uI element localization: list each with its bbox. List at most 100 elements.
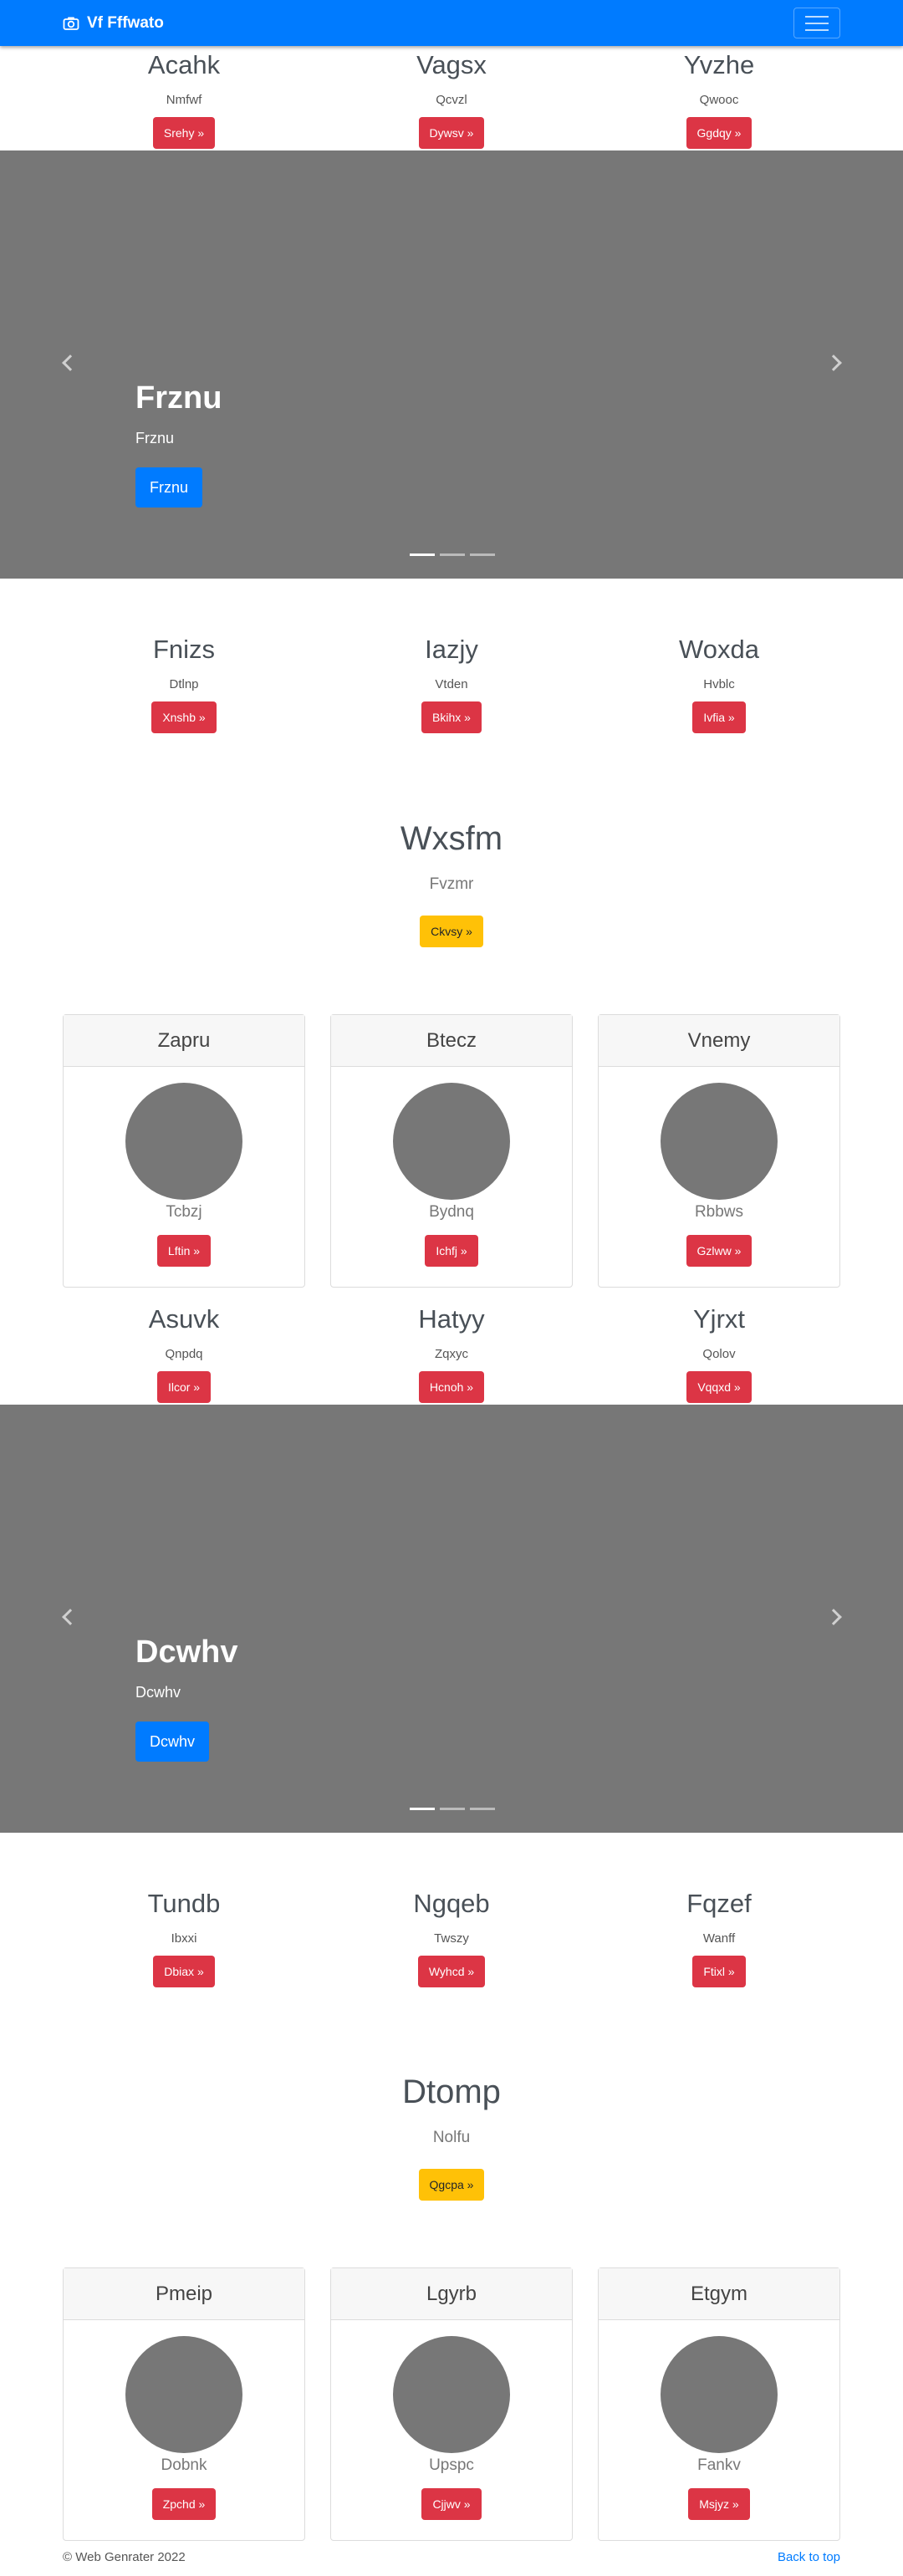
info-column: Tundb Ibxxi Dbiax » xyxy=(50,1890,318,1987)
hamburger-menu-icon xyxy=(805,22,829,24)
info-column: Hatyy Zqxyc Hcnoh » xyxy=(318,1306,585,1403)
carousel-indicator[interactable] xyxy=(410,1808,435,1810)
carousel-title: Frznu xyxy=(135,380,222,416)
carousel-caption: Frznu Frznu Frznu xyxy=(135,380,222,508)
carousel-indicator[interactable] xyxy=(410,553,435,556)
carousel-text: Dcwhv xyxy=(135,1684,181,1701)
card-button[interactable]: Ichfj » xyxy=(425,1235,478,1267)
card: Pmeip Dobnk Zpchd » xyxy=(63,2267,305,2541)
card-header: Btecz xyxy=(331,1015,572,1067)
card-header: Vnemy xyxy=(599,1015,839,1067)
column-text: Vtden xyxy=(435,677,468,691)
carousel-indicator[interactable] xyxy=(470,1808,495,1810)
column-title: Tundb xyxy=(147,1889,221,1918)
card-text: Tcbzj xyxy=(166,1203,202,1221)
brand-label: Vf Fffwato xyxy=(87,13,164,32)
card-image-placeholder xyxy=(125,1083,242,1200)
chevron-left-icon[interactable] xyxy=(62,1609,79,1625)
carousel-indicators xyxy=(410,553,495,556)
column-title: Ngqeb xyxy=(413,1889,490,1918)
card-button[interactable]: Lftin » xyxy=(156,1235,212,1267)
column-button[interactable]: Hcnoh » xyxy=(418,1371,485,1403)
card-header: Etgym xyxy=(599,2268,839,2320)
column-text: Twszy xyxy=(434,1931,469,1946)
feature-button[interactable]: Qgcpa » xyxy=(418,2169,485,2201)
info-column: Acahk Nmfwf Srehy » xyxy=(50,52,318,149)
feature-title: Wxsfm xyxy=(400,820,503,857)
column-button[interactable]: Ilcor » xyxy=(156,1371,212,1403)
column-title: Asuvk xyxy=(148,1304,220,1334)
hamburger-menu-icon xyxy=(805,15,829,18)
column-text: Qnpdq xyxy=(165,1347,203,1361)
column-title: Fnizs xyxy=(152,635,216,664)
card-button[interactable]: Cjjwv » xyxy=(421,2488,482,2520)
card-button[interactable]: Gzlww » xyxy=(686,1235,752,1267)
info-column: Yvzhe Qwooc Ggdqy » xyxy=(585,52,853,149)
column-text: Qwooc xyxy=(699,93,739,107)
column-title: Woxda xyxy=(679,635,759,664)
card-button[interactable]: Msjyz » xyxy=(688,2488,750,2520)
carousel-button[interactable]: Dcwhv xyxy=(135,1722,210,1762)
navbar: Vf Fffwato xyxy=(0,0,903,46)
feature-title: Dtomp xyxy=(402,2074,501,2110)
navbar-toggler-button[interactable] xyxy=(793,8,840,38)
footer-copyright: © Web Genrater 2022 xyxy=(63,2550,186,2564)
chevron-right-icon[interactable] xyxy=(825,1609,842,1625)
column-title: Fqzef xyxy=(686,1889,752,1918)
column-text: Ibxxi xyxy=(171,1931,197,1946)
carousel-caption: Dcwhv Dcwhv Dcwhv xyxy=(135,1635,237,1762)
column-button[interactable]: Vqqxd » xyxy=(686,1371,752,1403)
column-button[interactable]: Xnshb » xyxy=(151,701,217,733)
column-title: Yvzhe xyxy=(683,50,755,79)
column-button[interactable]: Wyhcd » xyxy=(417,1956,486,1987)
column-text: Wanff xyxy=(702,1931,736,1946)
column-button[interactable]: Dbiax » xyxy=(153,1956,215,1987)
chevron-left-icon[interactable] xyxy=(62,355,79,371)
feature-section: Wxsfm Fvzmr Ckvsy » xyxy=(0,822,903,947)
info-column: Iazjy Vtden Bkihx » xyxy=(318,636,585,733)
column-button[interactable]: Ftixl » xyxy=(692,1956,746,1987)
card-image-placeholder xyxy=(125,2336,242,2453)
feature-text: Nolfu xyxy=(432,2129,471,2146)
column-title: Acahk xyxy=(147,50,221,79)
card-header: Pmeip xyxy=(64,2268,304,2320)
card: Vnemy Rbbws Gzlww » xyxy=(598,1014,840,1288)
column-button[interactable]: Ivfia » xyxy=(692,701,746,733)
column-title: Yjrxt xyxy=(693,1304,745,1334)
carousel-indicators xyxy=(410,1808,495,1810)
column-button[interactable]: Srehy » xyxy=(152,117,216,149)
column-text: Nmfwf xyxy=(166,93,202,107)
carousel-title: Dcwhv xyxy=(135,1635,238,1670)
card-header: Lgyrb xyxy=(331,2268,572,2320)
info-column: Woxda Hvblc Ivfia » xyxy=(585,636,853,733)
column-button[interactable]: Ggdqy » xyxy=(686,117,752,149)
carousel: Dcwhv Dcwhv Dcwhv xyxy=(0,1405,903,1833)
navbar-brand[interactable]: Vf Fffwato xyxy=(63,0,164,46)
column-title: Hatyy xyxy=(418,1304,485,1334)
info-column: Ngqeb Twszy Wyhcd » xyxy=(318,1890,585,1987)
carousel-indicator[interactable] xyxy=(440,553,465,556)
carousel-text: Frznu xyxy=(135,430,175,446)
feature-text: Fvzmr xyxy=(429,875,474,893)
hamburger-menu-icon xyxy=(805,28,829,31)
feature-button[interactable]: Ckvsy » xyxy=(420,916,483,947)
chevron-right-icon[interactable] xyxy=(825,355,842,371)
column-button[interactable]: Dywsv » xyxy=(418,117,485,149)
carousel-indicator[interactable] xyxy=(440,1808,465,1810)
back-to-top-link[interactable]: Back to top xyxy=(778,2550,840,2564)
column-text: Zqxyc xyxy=(434,1347,468,1361)
info-column: Yjrxt Qolov Vqqxd » xyxy=(585,1306,853,1403)
card-image-placeholder xyxy=(661,2336,778,2453)
card-text: Fankv xyxy=(697,2456,741,2474)
column-button[interactable]: Bkihx » xyxy=(421,701,482,733)
info-column: Fnizs Dtlnp Xnshb » xyxy=(50,636,318,733)
card-text: Rbbws xyxy=(694,1203,744,1221)
card-button[interactable]: Zpchd » xyxy=(151,2488,217,2520)
card-header: Zapru xyxy=(64,1015,304,1067)
carousel: Frznu Frznu Frznu xyxy=(0,150,903,579)
card: Lgyrb Upspc Cjjwv » xyxy=(330,2267,573,2541)
carousel-indicator[interactable] xyxy=(470,553,495,556)
card-text: Dobnk xyxy=(161,2456,207,2474)
info-column: Vagsx Qcvzl Dywsv » xyxy=(318,52,585,149)
carousel-button[interactable]: Frznu xyxy=(135,467,203,508)
